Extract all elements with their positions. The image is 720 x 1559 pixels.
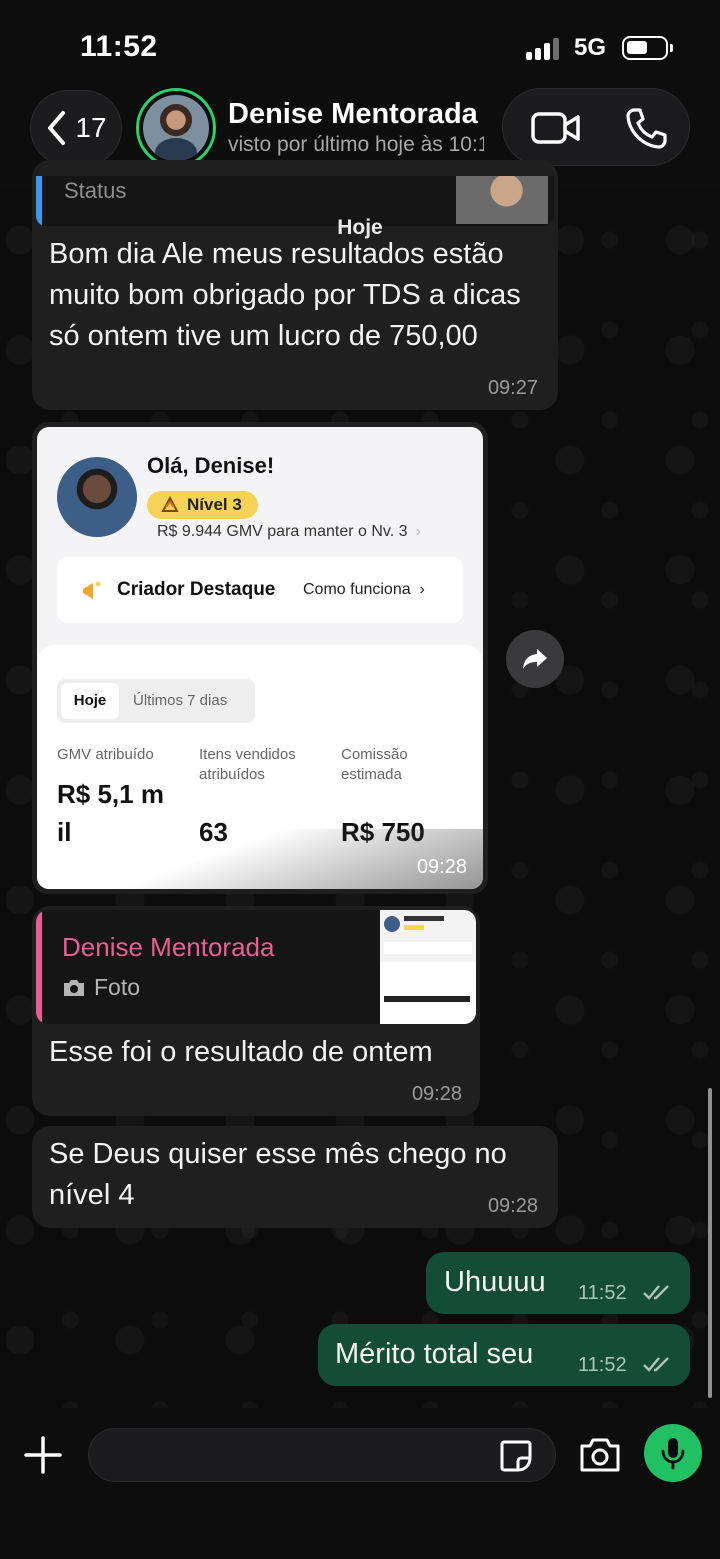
unread-count: 17 xyxy=(75,112,107,143)
how-it-works-link: Como funciona › xyxy=(303,581,425,598)
creator-title: Criador Destaque xyxy=(117,579,276,600)
video-call-icon[interactable] xyxy=(531,111,581,145)
phone-call-icon[interactable] xyxy=(625,107,667,149)
microphone-button[interactable] xyxy=(644,1424,702,1482)
message-text: Esse foi o resultado de ontem xyxy=(49,1036,433,1068)
microphone-icon xyxy=(661,1438,685,1470)
back-button[interactable]: 17 xyxy=(30,90,122,166)
message-input[interactable] xyxy=(88,1428,556,1482)
how-link-label: Como funciona xyxy=(303,581,411,598)
message-text: Uhuuuu xyxy=(444,1266,546,1298)
day-separator: Hoje xyxy=(337,216,383,239)
quote-thumbnail xyxy=(380,910,476,1024)
quoted-message[interactable]: Denise Mentorada Foto xyxy=(36,910,476,1024)
status-bar: 11:52 5G xyxy=(0,0,720,88)
screenshot-image: Olá, Denise! Nível 3 R$ 9.944 GMV para m… xyxy=(37,427,483,889)
gmv-note-text: R$ 9.944 GMV para manter o Nv. 3 xyxy=(157,523,408,540)
contact-avatar[interactable] xyxy=(136,88,216,168)
read-receipt-icon xyxy=(643,1357,669,1372)
forward-icon xyxy=(523,649,547,669)
status-time: 11:52 xyxy=(80,30,158,63)
outgoing-message[interactable]: Mérito total seu 11:52 xyxy=(318,1324,690,1386)
message-text: Se Deus quiser esse mês chego no nível 4 xyxy=(49,1138,507,1211)
composer-bar xyxy=(0,1408,720,1559)
sticker-icon[interactable] xyxy=(498,1438,534,1474)
message-text: Bom dia Ale meus resultados estão muito … xyxy=(49,238,521,352)
level-label: Nível 3 xyxy=(187,495,242,514)
quote-kind-label: Foto xyxy=(94,974,141,1000)
chevron-right-icon: › xyxy=(415,523,421,540)
status-thumbnail xyxy=(456,176,548,224)
call-actions xyxy=(502,88,690,166)
period-tabs: Hoje Últimos 7 dias xyxy=(57,679,255,723)
crown-icon xyxy=(161,496,179,512)
avatar xyxy=(143,95,209,161)
message-time: 09:28 xyxy=(487,1195,538,1217)
metric-label: Comissão estimada xyxy=(341,746,408,783)
image-message[interactable]: Olá, Denise! Nível 3 R$ 9.944 GMV para m… xyxy=(32,422,488,894)
message-time: 09:28 xyxy=(416,856,467,878)
quote-kind: Foto xyxy=(62,974,140,1001)
chevron-left-icon xyxy=(48,111,66,145)
camera-icon[interactable] xyxy=(578,1436,622,1474)
tab-last-7-days: Últimos 7 dias xyxy=(133,692,228,709)
plus-icon[interactable] xyxy=(22,1434,64,1476)
metric-label: GMV atribuído xyxy=(57,746,154,763)
message-bubble[interactable]: Se Deus quiser esse mês chego no nível 4… xyxy=(32,1126,558,1228)
greeting: Olá, Denise! xyxy=(147,453,275,478)
tab-today: Hoje xyxy=(61,683,119,719)
signal-icon xyxy=(526,38,562,60)
read-receipt-icon xyxy=(643,1285,669,1300)
scrollbar[interactable] xyxy=(708,1088,712,1398)
message-text: Mérito total seu xyxy=(335,1338,534,1370)
quote-bar xyxy=(36,176,42,226)
creator-card: Criador Destaque Como funciona › xyxy=(57,557,463,623)
contact-last-seen: visto por último hoje às 10:15 xyxy=(228,133,484,156)
message-time: 11:52 xyxy=(578,1354,627,1376)
message-time: 09:28 xyxy=(411,1083,462,1105)
quote-author: Denise Mentorada xyxy=(62,932,275,962)
level-badge: Nível 3 xyxy=(147,491,258,519)
megaphone-star-icon xyxy=(83,581,101,599)
outgoing-message[interactable]: Uhuuuu 11:52 xyxy=(426,1252,690,1314)
gmv-note: R$ 9.944 GMV para manter o Nv. 3 › xyxy=(157,523,421,541)
forward-button[interactable] xyxy=(506,630,564,688)
reply-message[interactable]: Denise Mentorada Foto Esse foi o resulta… xyxy=(32,906,480,1116)
quoted-status[interactable]: Status xyxy=(36,176,554,226)
network-label: 5G xyxy=(574,34,607,61)
metric-label: Itens vendidos atribuídos xyxy=(199,746,296,783)
battery-icon xyxy=(622,36,673,60)
quoted-status-label: Status xyxy=(64,178,127,203)
message-time: 11:52 xyxy=(578,1282,627,1304)
camera-small-icon xyxy=(64,979,84,996)
profile-photo xyxy=(57,457,137,537)
quote-bar xyxy=(36,910,42,1024)
contact-name[interactable]: Denise Mentorada xyxy=(228,98,478,131)
message-time: 09:27 xyxy=(487,377,538,399)
